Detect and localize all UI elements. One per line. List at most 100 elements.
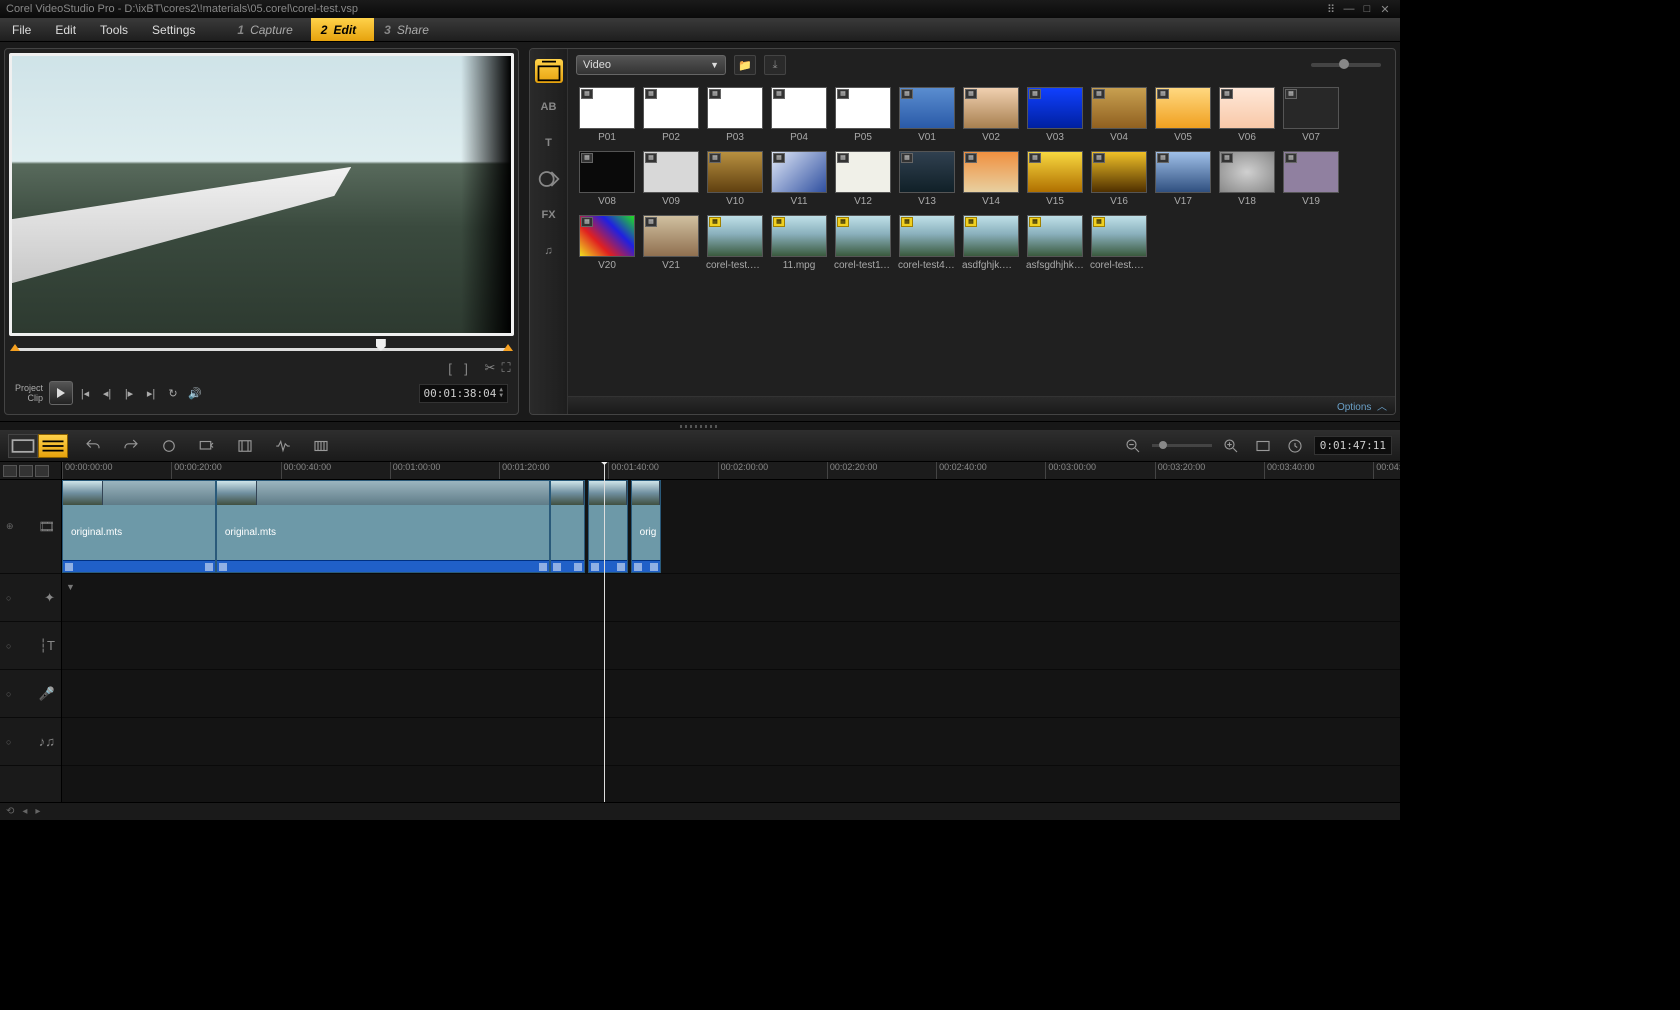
import-button[interactable]: ⤓	[764, 55, 786, 75]
prev-frame-button[interactable]: ◂|	[97, 383, 117, 403]
play-mode-labels[interactable]: Project Clip	[15, 383, 43, 403]
music-track-header[interactable]: ○♪♫	[0, 718, 61, 766]
thumbnail-size-slider[interactable]	[1311, 63, 1381, 67]
step-share[interactable]: 3Share	[374, 18, 447, 41]
library-item[interactable]: ▦V16	[1090, 151, 1148, 207]
library-item[interactable]: ▦P01	[578, 87, 636, 143]
title-track-header[interactable]: ○┆T	[0, 622, 61, 670]
playhead-line[interactable]	[604, 462, 605, 802]
library-item[interactable]: ▦asdfghjk.mpg	[962, 215, 1020, 271]
tab-graphic[interactable]	[535, 167, 563, 191]
library-item[interactable]: ▦corel-test11...	[834, 215, 892, 271]
library-item[interactable]: ▦V09	[642, 151, 700, 207]
tab-transitions[interactable]: AB	[535, 95, 563, 119]
library-item[interactable]: ▦V13	[898, 151, 956, 207]
menu-edit[interactable]: Edit	[43, 23, 88, 37]
project-duration[interactable]: 0:01:47:11	[1314, 436, 1392, 455]
expand-icon[interactable]: ⛶	[498, 360, 514, 376]
timecode-display[interactable]: 00:01:38:04 ▲▼	[419, 384, 508, 403]
voice-track-header[interactable]: ○🎤	[0, 670, 61, 718]
library-item[interactable]: ▦V03	[1026, 87, 1084, 143]
record-button[interactable]	[156, 435, 182, 457]
scissors-icon[interactable]: ✂	[482, 360, 498, 376]
go-end-button[interactable]: ▸|	[141, 383, 161, 403]
library-item[interactable]: ▦V19	[1282, 151, 1340, 207]
scroll-left-icon[interactable]: ◂	[22, 806, 27, 817]
close-button[interactable]: ✕	[1376, 3, 1394, 16]
batch-convert-button[interactable]	[194, 435, 220, 457]
library-category-combo[interactable]: Video▼	[576, 55, 726, 75]
music-track[interactable]	[62, 718, 1400, 766]
library-item[interactable]: ▦V11	[770, 151, 828, 207]
panel-splitter[interactable]	[0, 422, 1400, 430]
library-item[interactable]: ▦V12	[834, 151, 892, 207]
multitrim-button[interactable]	[232, 435, 258, 457]
library-item[interactable]: ▦V04	[1090, 87, 1148, 143]
timecode-spinners[interactable]: ▲▼	[499, 387, 503, 399]
zoom-out-button[interactable]	[1120, 435, 1146, 457]
library-item[interactable]: ▦V21	[642, 215, 700, 271]
scroll-right-icon[interactable]: ▸	[35, 806, 40, 817]
timeline-clip[interactable]: original.mts	[62, 480, 216, 573]
library-item[interactable]: ▦V14	[962, 151, 1020, 207]
step-capture[interactable]: 1Capture	[227, 18, 310, 41]
library-item[interactable]: ▦P03	[706, 87, 764, 143]
video-track-header[interactable]: ⊕ 🎞	[0, 480, 61, 574]
library-item[interactable]: ▦V10	[706, 151, 764, 207]
mark-out-handle[interactable]	[503, 344, 513, 351]
track-collapse-icon[interactable]: ▼	[66, 582, 76, 592]
menu-settings[interactable]: Settings	[140, 23, 207, 37]
tab-title[interactable]: T	[535, 131, 563, 155]
video-track[interactable]: original.mtsoriginal.mts orig	[62, 480, 1400, 574]
ruler-toggle-3[interactable]	[35, 465, 49, 477]
library-item[interactable]: ▦11.mpg	[770, 215, 828, 271]
library-item[interactable]: ▦V08	[578, 151, 636, 207]
play-button[interactable]	[49, 381, 73, 405]
library-item[interactable]: ▦V18	[1218, 151, 1276, 207]
library-item[interactable]: ▦V20	[578, 215, 636, 271]
autoscroll-icon[interactable]: ⟲	[6, 806, 14, 817]
timeline-view-button[interactable]	[38, 434, 68, 458]
library-item[interactable]: ▦P04	[770, 87, 828, 143]
settings-dots-icon[interactable]: ⠿	[1322, 3, 1340, 16]
redo-button[interactable]	[118, 435, 144, 457]
step-edit[interactable]: 2Edit	[311, 18, 374, 41]
library-item[interactable]: ▦V17	[1154, 151, 1212, 207]
zoom-slider[interactable]	[1152, 444, 1212, 447]
timeline-clip[interactable]: orig	[631, 480, 662, 573]
volume-button[interactable]: 🔊	[185, 383, 205, 403]
library-item[interactable]: ▦V06	[1218, 87, 1276, 143]
library-item[interactable]: ▦V07	[1282, 87, 1340, 143]
library-item[interactable]: ▦V05	[1154, 87, 1212, 143]
tab-audio[interactable]: ♫	[535, 239, 563, 263]
library-item[interactable]: ▦V15	[1026, 151, 1084, 207]
bracket-in-icon[interactable]: [	[442, 361, 458, 376]
timeline-clip[interactable]: original.mts	[216, 480, 551, 573]
repeat-button[interactable]: ↻	[163, 383, 183, 403]
fit-project-button[interactable]	[1250, 435, 1276, 457]
tab-filter[interactable]: FX	[535, 203, 563, 227]
zoom-in-button[interactable]	[1218, 435, 1244, 457]
mark-in-handle[interactable]	[10, 344, 20, 351]
ripple-toggle-icon[interactable]: ⊕	[6, 521, 16, 532]
minimize-button[interactable]: —	[1340, 3, 1358, 15]
tab-media[interactable]	[535, 59, 563, 83]
undo-button[interactable]	[80, 435, 106, 457]
library-item[interactable]: ▦V01	[898, 87, 956, 143]
next-frame-button[interactable]: |▸	[119, 383, 139, 403]
library-item[interactable]: ▦asfsgdhjhkl...	[1026, 215, 1084, 271]
library-item[interactable]: ▦P05	[834, 87, 892, 143]
menu-file[interactable]: File	[0, 23, 43, 37]
ruler-toggle-2[interactable]	[19, 465, 33, 477]
maximize-button[interactable]: □	[1358, 3, 1376, 15]
sound-mixer-button[interactable]	[270, 435, 296, 457]
storyboard-view-button[interactable]	[8, 434, 38, 458]
title-track[interactable]	[62, 622, 1400, 670]
library-item[interactable]: ▦V02	[962, 87, 1020, 143]
go-start-button[interactable]: |◂	[75, 383, 95, 403]
ruler-toggle-1[interactable]	[3, 465, 17, 477]
overlay-track-header[interactable]: ○✦	[0, 574, 61, 622]
time-ruler[interactable]: 00:00:00:0000:00:20:0000:00:40:0000:01:0…	[62, 462, 1400, 480]
library-item[interactable]: ▦corel-test.m...	[1090, 215, 1148, 271]
instant-project-button[interactable]	[308, 435, 334, 457]
